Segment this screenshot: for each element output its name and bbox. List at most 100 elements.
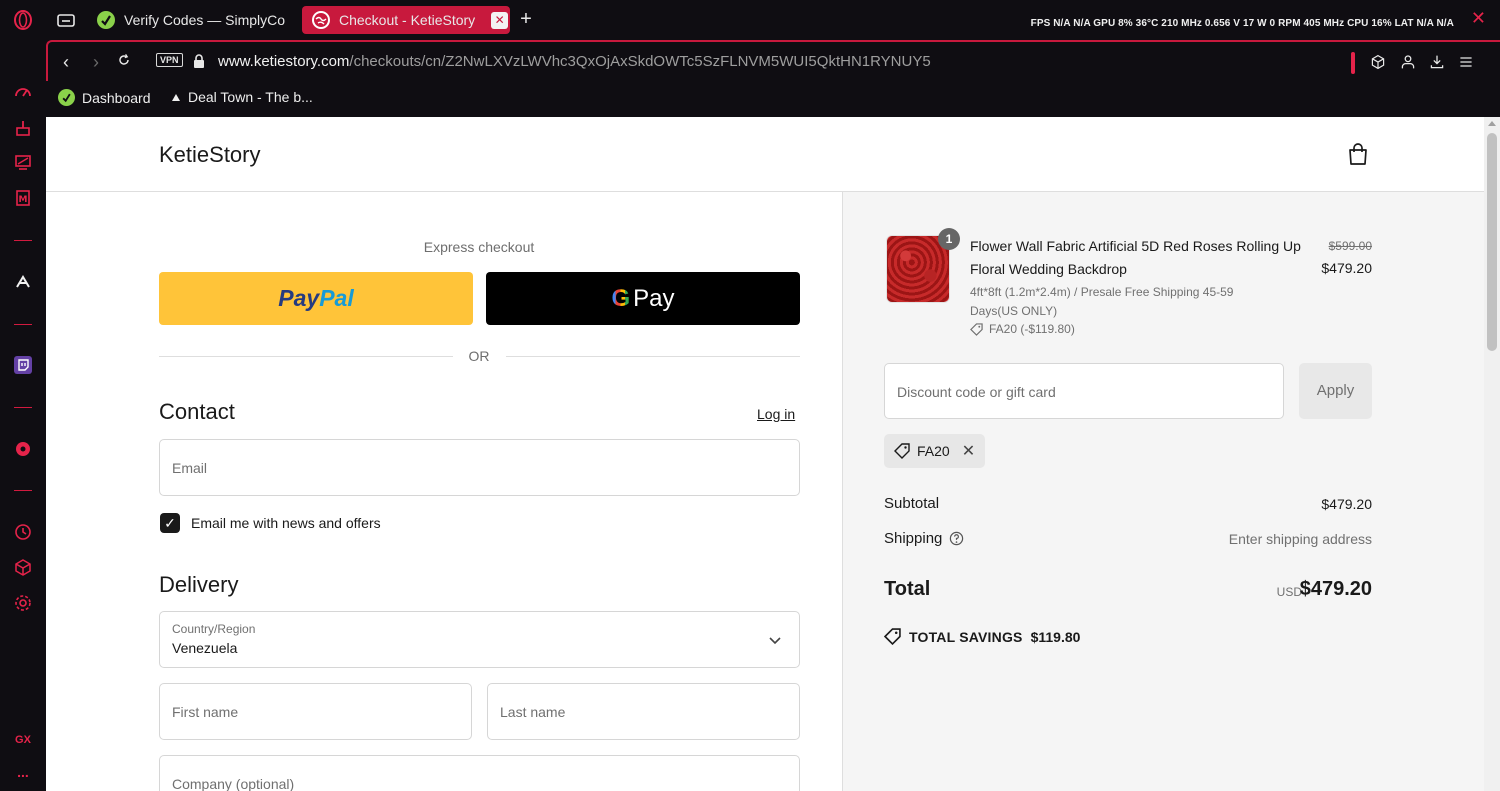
page-scrollbar[interactable]	[1484, 117, 1500, 791]
newsletter-label[interactable]: Email me with news and offers	[191, 515, 381, 531]
simplycodes-icon	[97, 11, 115, 29]
total-value: $479.20	[1299, 578, 1372, 600]
url-field[interactable]: www.ketiestory.com/checkouts/cn/Z2NwLXVz…	[218, 53, 931, 70]
company-placeholder: Company (optional)	[172, 776, 295, 791]
bookmarks-bar: Dashboard Deal Town - The b...	[46, 81, 1500, 117]
product-variant: 4ft*8ft (1.2m*2.4m) / Presale Free Shipp…	[970, 285, 1234, 318]
scroll-up-arrow-icon[interactable]	[1488, 121, 1496, 126]
last-name-field[interactable]: Last name	[487, 683, 800, 740]
sidebar-more-button[interactable]: ...	[0, 764, 46, 780]
profile-icon[interactable]	[1398, 52, 1418, 72]
discount-placeholder: Discount code or gift card	[897, 384, 1056, 400]
browser-sidebar: M GX ...	[0, 0, 46, 791]
first-name-placeholder: First name	[172, 704, 239, 720]
shipping-label: Shipping	[884, 530, 943, 547]
google-g-icon: G	[611, 284, 631, 312]
applied-discount-chip: FA20 ✕	[884, 434, 986, 468]
bookmark-label: Deal Town - The b...	[188, 89, 313, 105]
paypal-logo-part1: Pay	[278, 285, 320, 311]
workspaces-icon[interactable]	[54, 8, 78, 32]
music-player-icon[interactable]	[11, 437, 35, 461]
quantity-badge: 1	[938, 228, 960, 250]
product-discount: FA20 (-$119.80)	[970, 322, 1075, 336]
simplycodes-icon	[58, 89, 75, 106]
ram-limiter-icon[interactable]: M	[11, 186, 35, 210]
sidebar-separator	[14, 240, 32, 241]
shipping-row: Shipping	[884, 530, 964, 547]
speed-icon[interactable]	[11, 80, 35, 104]
close-window-icon[interactable]: ✕	[1471, 8, 1486, 29]
contact-title: Contact	[159, 399, 235, 424]
address-bar: ‹ › VPN www.ketiestory.com/checkouts/cn/…	[46, 40, 1500, 81]
paypal-button[interactable]: Pay Pal	[159, 272, 473, 325]
bookmark-label: Dashboard	[82, 89, 151, 106]
settings-gear-icon[interactable]	[11, 591, 35, 615]
sidebar-separator	[14, 490, 32, 491]
last-name-placeholder: Last name	[500, 704, 566, 720]
apply-button[interactable]: Apply	[1299, 363, 1372, 419]
subtotal-value: $479.20	[1321, 496, 1372, 512]
savings-value: $119.80	[1030, 628, 1081, 645]
store-header: KetieStory	[46, 117, 1484, 192]
extension-cube-icon[interactable]	[1368, 52, 1388, 72]
express-checkout-title: Express checkout	[423, 239, 535, 255]
delivery-title: Delivery	[159, 572, 239, 597]
login-link[interactable]: Log in	[757, 406, 795, 422]
bookmark-dashboard[interactable]: Dashboard	[58, 89, 151, 106]
gx-control-icon[interactable]	[11, 150, 35, 174]
shopping-bag-icon[interactable]	[1347, 142, 1369, 166]
google-pay-label: Pay	[633, 284, 675, 312]
total-label: Total	[884, 578, 931, 600]
google-pay-button[interactable]: G Pay	[486, 272, 800, 325]
total-savings: TOTAL SAVINGS $119.80	[884, 628, 1080, 645]
vpn-badge[interactable]: VPN	[156, 53, 183, 67]
address-bar-accent	[1351, 52, 1355, 74]
lock-icon[interactable]	[192, 53, 206, 69]
tab-simplycodes[interactable]: Verify Codes — SimplyCo	[87, 6, 291, 34]
subtotal-label: Subtotal	[884, 495, 940, 512]
chevron-down-icon	[769, 632, 781, 648]
email-placeholder: Email	[172, 460, 208, 476]
newsletter-checkbox[interactable]: ✓	[160, 513, 180, 533]
download-icon[interactable]	[1427, 52, 1447, 72]
sidebar-separator	[14, 407, 32, 408]
globe-icon	[312, 11, 330, 29]
remove-discount-icon[interactable]: ✕	[962, 441, 975, 461]
email-field[interactable]: Email	[159, 439, 800, 496]
new-tab-button[interactable]: +	[516, 9, 536, 30]
cleaner-icon[interactable]	[11, 116, 35, 140]
first-name-field[interactable]: First name	[159, 683, 472, 740]
tab-checkout[interactable]: Checkout - KetieStory ✕	[302, 6, 510, 34]
scroll-thumb[interactable]	[1487, 133, 1497, 351]
opera-logo-icon[interactable]	[11, 8, 35, 32]
twitch-icon[interactable]	[11, 353, 35, 377]
product-discount-label: FA20 (-$119.80)	[989, 322, 1075, 336]
forward-icon[interactable]: ›	[86, 52, 106, 72]
store-logo[interactable]: KetieStory	[159, 142, 261, 168]
dealtown-icon	[172, 93, 180, 101]
order-summary: 1 Flower Wall Fabric Artificial 5D Red R…	[842, 192, 1484, 791]
tag-icon	[884, 628, 901, 645]
country-select[interactable]: Country/Region Venezuela	[159, 611, 800, 668]
help-icon[interactable]	[949, 531, 964, 546]
savings-label: TOTAL SAVINGS	[909, 628, 1023, 645]
checkout-page: KetieStory Express checkout Pay Pal G Pay…	[46, 117, 1484, 791]
close-tab-icon[interactable]: ✕	[491, 11, 509, 29]
extensions-icon[interactable]	[11, 555, 35, 579]
aria-icon[interactable]	[11, 270, 35, 294]
back-icon[interactable]: ‹	[56, 52, 76, 72]
tag-icon	[894, 443, 910, 459]
performance-hud: FPS N/A N/A GPU 8% 36°C 210 MHz 0.656 V …	[1030, 18, 1454, 29]
history-icon[interactable]	[11, 520, 35, 544]
easy-setup-icon[interactable]	[1456, 52, 1476, 72]
or-label: OR	[468, 348, 490, 364]
shipping-value: Enter shipping address	[1228, 531, 1372, 547]
tab-label: Checkout - KetieStory	[339, 12, 476, 28]
paypal-logo-part2: Pal	[319, 285, 354, 311]
bookmark-deal-town[interactable]: Deal Town - The b...	[172, 89, 313, 105]
company-field[interactable]: Company (optional)	[159, 755, 800, 791]
gx-corner-label[interactable]: GX	[0, 734, 46, 746]
url-domain: www.ketiestory.com	[218, 53, 350, 70]
reload-icon[interactable]	[114, 52, 134, 72]
discount-code-field[interactable]: Discount code or gift card	[884, 363, 1284, 419]
